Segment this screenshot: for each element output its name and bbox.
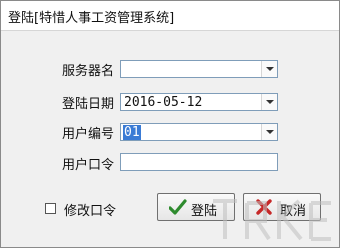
change-password-checkbox[interactable]	[45, 203, 56, 214]
date-dropdown-button[interactable]	[261, 94, 277, 110]
server-dropdown-button[interactable]	[261, 61, 277, 77]
change-password-label: 修改口令	[64, 204, 117, 219]
user-id-dropdown-button[interactable]	[261, 124, 277, 140]
user-id-label: 用户编号	[62, 127, 115, 142]
check-icon	[169, 199, 187, 215]
date-picker[interactable]: 2016-05-12	[120, 93, 278, 111]
date-value: 2016-05-12	[124, 95, 203, 110]
date-label: 登陆日期	[62, 97, 115, 112]
server-combobox[interactable]	[120, 60, 278, 78]
title-bar[interactable]: 登陆[特惜人事工资管理系统]	[1, 1, 339, 31]
watermark-logo	[213, 199, 331, 241]
password-label: 用户口令	[62, 158, 115, 173]
user-id-value: 01	[123, 125, 141, 140]
chevron-down-icon	[266, 100, 274, 104]
password-input[interactable]	[120, 153, 278, 171]
chevron-down-icon	[266, 130, 274, 134]
chevron-down-icon	[266, 67, 274, 71]
login-window: 登陆[特惜人事工资管理系统] 服务器名 登陆日期 2016-05-12 用户编号…	[0, 0, 340, 248]
user-id-combobox[interactable]: 01	[120, 123, 278, 141]
server-label: 服务器名	[62, 64, 115, 79]
window-title: 登陆[特惜人事工资管理系统]	[8, 11, 175, 26]
